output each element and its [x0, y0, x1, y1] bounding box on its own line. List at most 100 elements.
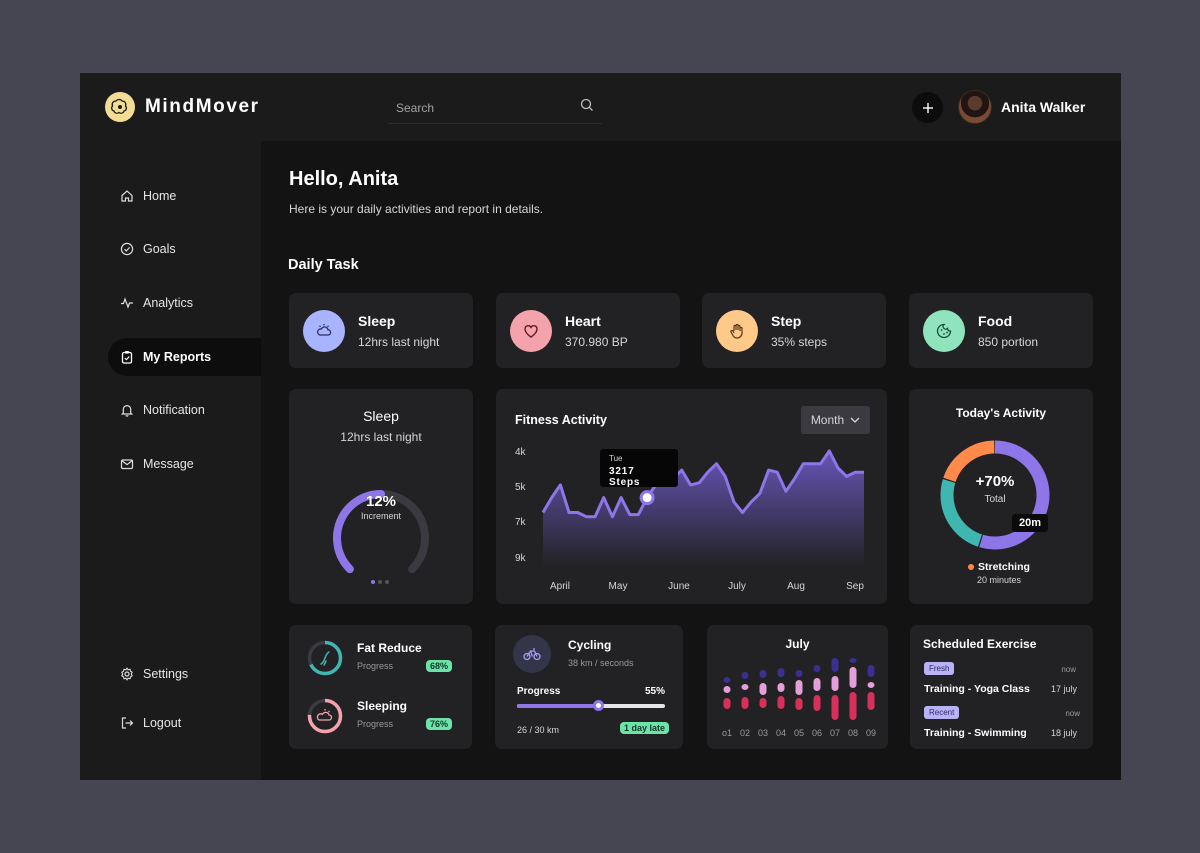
sidebar-item-settings[interactable]: Settings — [108, 655, 261, 693]
task-title: Sleep — [358, 312, 396, 329]
task-card-step[interactable]: Step 35% steps — [702, 293, 886, 368]
schedule-time: now — [1065, 709, 1080, 718]
today-activity-card: Today's Activity +70% Total 20m Stretchi… — [909, 389, 1093, 604]
sleep-gauge-caption: Increment — [360, 511, 402, 521]
bar-segment — [741, 697, 749, 709]
day-label: 03 — [758, 728, 768, 738]
scheduled-exercise-card: Scheduled Exercise Fresh now Training - … — [910, 625, 1093, 749]
bar-segment — [741, 684, 749, 690]
bar-segment — [849, 692, 857, 720]
carousel-dots[interactable] — [371, 580, 389, 584]
sidebar: Home Goals Analytics My Reports Notifica… — [80, 141, 261, 780]
heart-icon — [510, 309, 552, 352]
bar-segment — [777, 668, 785, 677]
bar-segment — [759, 683, 767, 695]
schedule-item-title[interactable]: Training - Yoga Class — [924, 683, 1030, 695]
daily-task-heading: Daily Task — [288, 257, 359, 273]
mail-icon — [120, 457, 134, 471]
fitness-activity-card: Fitness Activity Month 4k 5k 7k 9k April May… — [496, 389, 887, 604]
task-title: Step — [771, 312, 802, 329]
search-bar[interactable]: Search — [388, 92, 602, 124]
bar-segment — [849, 658, 857, 663]
day-label: 06 — [812, 728, 822, 738]
scheduled-title: Scheduled Exercise — [923, 637, 1037, 651]
sidebar-item-logout[interactable]: Logout — [108, 704, 261, 742]
y-tick-label: 9k — [515, 553, 527, 564]
sidebar-item-notification[interactable]: Notification — [108, 391, 261, 429]
bar-segment — [867, 692, 875, 710]
progress-card: Fat Reduce Progress 68% Sleeping Progres… — [289, 625, 472, 749]
brain-icon — [105, 92, 135, 122]
bar-segment — [813, 678, 821, 691]
bar-segment — [867, 682, 875, 688]
schedule-item-title[interactable]: Training - Swimming — [924, 727, 1027, 739]
dot[interactable] — [385, 580, 389, 584]
progress-sub: Progress — [357, 719, 394, 729]
legend-dot — [968, 564, 974, 570]
hand-icon — [716, 309, 758, 352]
cycling-progress-handle[interactable] — [593, 700, 605, 711]
sleep-gauge-percent: 12% — [365, 493, 397, 510]
sidebar-item-label: Home — [143, 189, 177, 203]
task-card-heart[interactable]: Heart 370.980 BP — [496, 293, 680, 368]
chart-tooltip: Tue 3217 Steps — [600, 449, 678, 488]
cycling-progress-label: Progress — [517, 686, 561, 697]
task-title: Food — [978, 312, 1013, 329]
tooltip-day: Tue — [609, 454, 623, 463]
sidebar-item-label: Logout — [143, 716, 182, 730]
day-label: o1 — [722, 728, 732, 738]
sidebar-item-home[interactable]: Home — [108, 177, 261, 215]
task-card-sleep[interactable]: Sleep 12hrs last night — [289, 293, 473, 368]
bar-segment — [759, 698, 767, 708]
sidebar-item-message[interactable]: Message — [108, 445, 261, 483]
bar-segment — [741, 672, 749, 679]
sidebar-item-label: Settings — [143, 667, 189, 681]
x-tick-label: July — [728, 581, 746, 592]
sidebar-item-my-reports[interactable]: My Reports — [108, 338, 261, 376]
y-tick-label: 4k — [515, 447, 527, 458]
cycling-distance: 26 / 30 km — [517, 725, 560, 735]
bar-segment — [777, 696, 785, 709]
add-button[interactable] — [912, 92, 943, 123]
day-label: 04 — [776, 728, 786, 738]
sidebar-item-label: Message — [143, 457, 194, 471]
donut-percent: +70% — [975, 473, 1015, 490]
sleep-gauge-card[interactable]: Sleep 12hrs last night 12% Increment — [289, 389, 473, 604]
logo[interactable]: MindMover — [105, 92, 260, 122]
chart-highlight-point[interactable] — [639, 490, 655, 506]
sidebar-item-goals[interactable]: Goals — [108, 230, 261, 268]
x-tick-label: Sep — [846, 581, 864, 592]
task-value: 35% steps — [771, 334, 828, 349]
day-label: 05 — [794, 728, 804, 738]
task-value: 850 portion — [978, 334, 1039, 349]
donut-total-label: Total — [984, 494, 1006, 505]
page-subtitle: Here is your daily activities and report… — [289, 202, 544, 216]
task-value: 12hrs last night — [358, 334, 440, 349]
avatar[interactable] — [958, 90, 992, 124]
bar-segment — [831, 695, 839, 720]
legend-sub: 20 minutes — [977, 575, 1022, 585]
check-circle-icon — [120, 242, 134, 256]
task-card-food[interactable]: Food 850 portion — [909, 293, 1093, 368]
brand-name: MindMover — [145, 96, 260, 117]
sleeping-ring — [307, 698, 343, 734]
search-icon[interactable] — [580, 98, 594, 117]
x-tick-label: April — [550, 581, 570, 592]
search-input[interactable]: Search — [396, 101, 434, 115]
dot[interactable] — [378, 580, 382, 584]
cycling-progress-value: 55% — [644, 686, 665, 697]
schedule-time: now — [1061, 665, 1076, 674]
bar-segment — [795, 670, 803, 677]
user-menu[interactable]: Anita Walker — [958, 90, 1085, 124]
dot-active[interactable] — [371, 580, 375, 584]
bar-segment — [759, 670, 767, 678]
tooltip-value: 3217 Steps — [609, 466, 641, 488]
legend-item: Stretching — [968, 561, 1030, 573]
progress-title: Sleeping — [357, 699, 408, 713]
progress-pill: 76% — [426, 718, 453, 730]
sidebar-item-analytics[interactable]: Analytics — [108, 284, 261, 322]
tag-recent: Recent — [924, 706, 960, 719]
app-window: MindMover Search Anita Walker Home Goals — [80, 73, 1121, 780]
home-icon — [120, 189, 134, 203]
progress-sub: Progress — [357, 661, 394, 671]
